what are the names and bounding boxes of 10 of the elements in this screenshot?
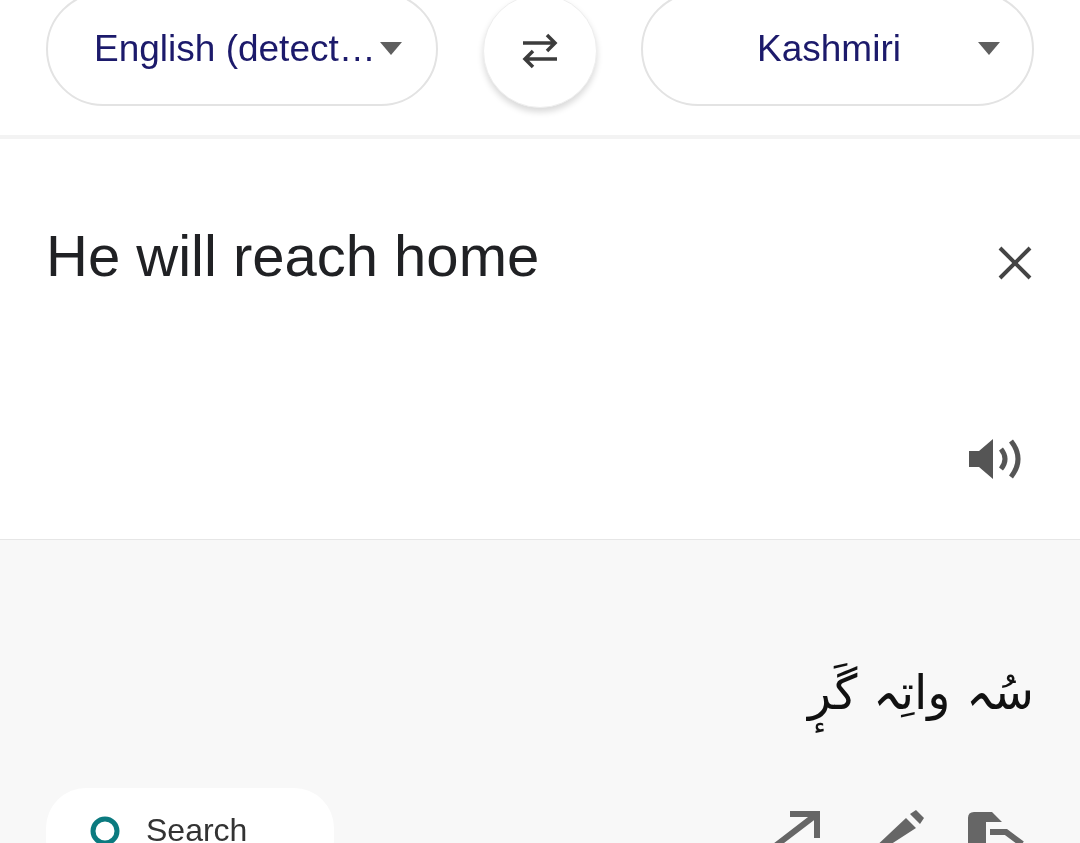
clear-icon[interactable] [997, 245, 1033, 281]
swap-arrows-icon [521, 31, 559, 71]
dropdown-caret-icon [978, 42, 1000, 56]
target-language-dropdown[interactable]: Kashmiri [641, 0, 1034, 106]
swap-languages-button[interactable] [483, 0, 597, 108]
search-button[interactable]: Search [46, 788, 334, 843]
dropdown-caret-icon [379, 42, 402, 56]
source-text-input[interactable]: He will reach home [46, 227, 540, 285]
translation-text: سُہ واتِہ گَرٕ [802, 636, 1040, 748]
source-language-dropdown[interactable]: English (detect… [46, 0, 438, 106]
